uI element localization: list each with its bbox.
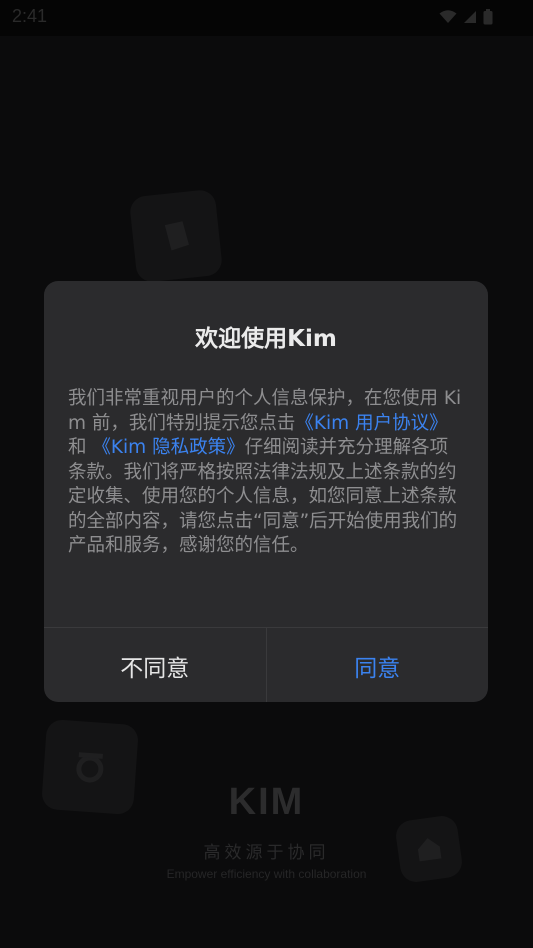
dialog-body: 我们非常重视用户的个人信息保护，在您使用 Kim 前，我们特别提示您点击《Kim… xyxy=(68,387,464,559)
wifi-icon xyxy=(439,10,457,24)
app-tile-decor xyxy=(128,188,224,284)
status-time: 2:41 xyxy=(12,6,48,26)
dialog-actions: 不同意 同意 xyxy=(44,627,488,702)
user-agreement-link[interactable]: 《Kim 用户协议》 xyxy=(295,413,447,434)
brand-subtitle: Empower efficiency with collaboration xyxy=(166,867,367,881)
brand-slogan: 高效源于协同 xyxy=(203,843,330,863)
document-icon xyxy=(164,221,189,251)
status-icons xyxy=(439,9,493,25)
signal-icon xyxy=(463,10,477,24)
brand-logo: KIM xyxy=(228,781,305,823)
splash-screen: 2:41 KIM 高效源于协同 Empower efficiency with … xyxy=(0,0,533,948)
brand-block: KIM 高效源于协同 Empower efficiency with colla… xyxy=(0,778,533,881)
body-text-and: 和 xyxy=(68,437,93,458)
status-bar: 2:41 xyxy=(0,0,533,36)
disagree-button[interactable]: 不同意 xyxy=(44,628,267,702)
agree-button[interactable]: 同意 xyxy=(267,628,489,702)
battery-icon xyxy=(483,9,493,25)
privacy-dialog: 欢迎使用Kim 我们非常重视用户的个人信息保护，在您使用 Kim 前，我们特别提… xyxy=(44,281,488,702)
privacy-policy-link[interactable]: 《Kim 隐私政策》 xyxy=(92,437,244,458)
dialog-title: 欢迎使用Kim xyxy=(195,326,337,352)
